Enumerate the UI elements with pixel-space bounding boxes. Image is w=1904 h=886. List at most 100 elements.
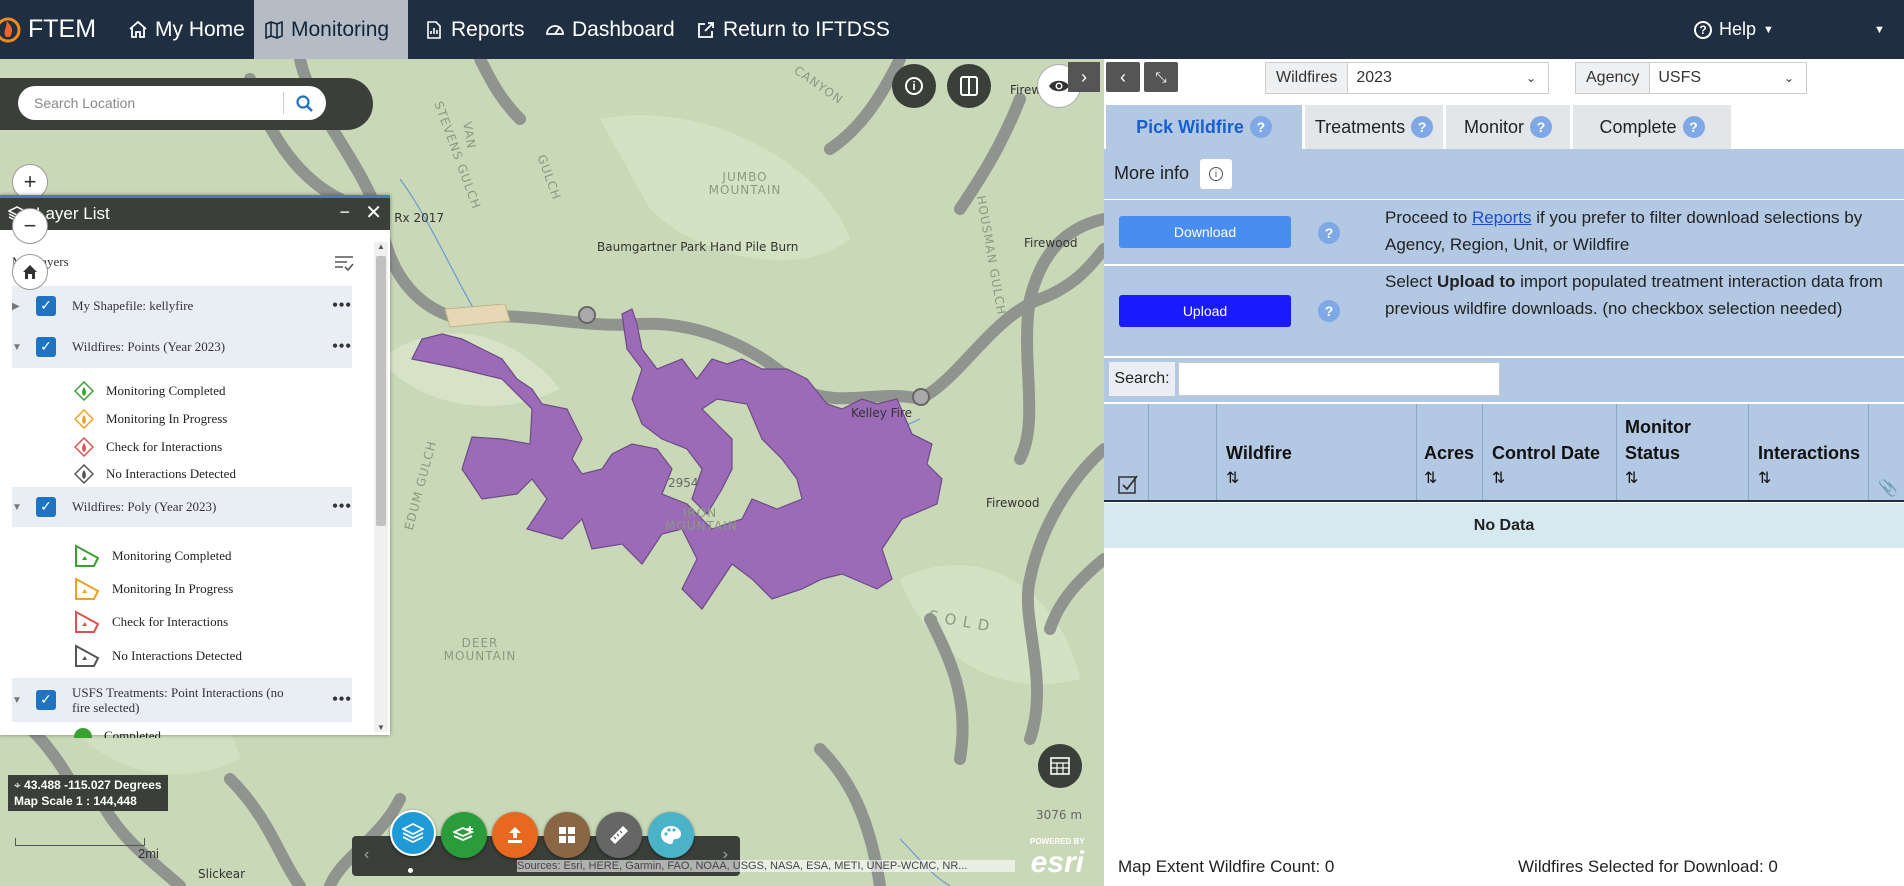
wildfires-year-select[interactable]: Wildfires 2023 ⌄	[1265, 62, 1549, 94]
layer-menu-icon[interactable]: •••	[332, 498, 352, 516]
chevron-right-icon: ›	[1081, 66, 1087, 87]
tab-monitor[interactable]: Monitor?	[1446, 105, 1570, 149]
layer-checkbox[interactable]: ✓	[36, 337, 56, 357]
table-search-input[interactable]	[1178, 362, 1500, 396]
reports-link[interactable]: Reports	[1472, 208, 1532, 227]
help-menu[interactable]: ? Help ▼	[1684, 0, 1784, 59]
minimize-icon[interactable]: −	[339, 202, 350, 223]
column-interactions[interactable]: Interactions ⇅	[1758, 440, 1860, 492]
column-acres[interactable]: Acres ⇅	[1424, 440, 1474, 492]
split-view-icon	[960, 76, 978, 96]
brand-logo[interactable]: FTEM	[0, 0, 96, 59]
nav-monitoring[interactable]: Monitoring	[254, 0, 408, 59]
column-control-date[interactable]: Control Date ⇅	[1492, 440, 1600, 492]
scroll-down-icon[interactable]: ▼	[377, 723, 385, 732]
sort-icon[interactable]: ⇅	[1492, 466, 1600, 492]
basemap-gallery-button[interactable]	[544, 812, 590, 858]
column-label: Control Date	[1492, 443, 1600, 463]
nav-monitoring-label: Monitoring	[291, 17, 390, 41]
nav-reports[interactable]: Reports	[414, 0, 535, 59]
nav-return-iftdss[interactable]: Return to IFTDSS	[686, 0, 900, 59]
more-info-button[interactable]: i	[1200, 159, 1232, 189]
download-help-icon[interactable]: ?	[1318, 222, 1340, 244]
minus-icon: −	[23, 213, 37, 238]
info-button[interactable]: i	[892, 64, 936, 108]
select-all-checkbox-icon[interactable]	[1118, 474, 1138, 494]
help-icon[interactable]: ?	[1411, 116, 1434, 138]
collapse-panel-button[interactable]: ›	[1068, 62, 1100, 92]
layer-menu-icon[interactable]: •••	[332, 338, 352, 356]
nav-dashboard[interactable]: Dashboard	[535, 0, 685, 59]
sort-icon[interactable]: ⇅	[1226, 466, 1292, 492]
upload-button[interactable]: Upload	[1119, 295, 1291, 327]
layer-list-panel: Layer List − ✕ My Layers ▶ ✓ My Shapefil…	[0, 195, 390, 738]
help-icon[interactable]: ?	[1682, 116, 1705, 138]
home-extent-button[interactable]	[12, 254, 48, 290]
collapse-button[interactable]: ⤡	[1144, 62, 1178, 92]
tab-label: Complete	[1599, 116, 1677, 137]
help-icon[interactable]: ?	[1530, 116, 1553, 138]
sort-icon[interactable]: ⇅	[1424, 466, 1474, 492]
close-icon[interactable]: ✕	[365, 200, 382, 225]
layer-checkbox[interactable]: ✓	[36, 690, 56, 710]
tab-treatments[interactable]: Treatments?	[1305, 105, 1443, 149]
label-jumbo-mountain: JUMBO MOUNTAIN	[708, 170, 782, 197]
attribute-table-button[interactable]	[1038, 744, 1082, 788]
sort-icon[interactable]: ⇅	[1625, 466, 1735, 492]
scrollbar-thumb[interactable]	[376, 256, 386, 526]
expand-down-icon[interactable]: ▼	[12, 342, 36, 353]
palette-icon	[661, 826, 681, 844]
layer-menu-icon[interactable]: •••	[332, 691, 352, 709]
layer-checkbox[interactable]: ✓	[36, 296, 56, 316]
layer-menu-icon[interactable]: •••	[332, 297, 352, 315]
column-monitor-status[interactable]: Monitor Status ⇅	[1625, 414, 1735, 492]
tab-complete[interactable]: Complete?	[1573, 105, 1731, 149]
download-button[interactable]: Download	[1119, 216, 1291, 248]
swipe-button[interactable]	[947, 64, 991, 108]
layer-list-scrollbar[interactable]: ▲ ▼	[374, 242, 388, 732]
scale-bar-label: 2mi	[138, 846, 159, 861]
draw-widget-button[interactable]	[648, 812, 694, 858]
add-layer-widget-button[interactable]	[441, 812, 487, 858]
label-firewood-bottom: Firewood	[986, 496, 1040, 510]
chevron-left-icon[interactable]: ‹	[364, 846, 369, 864]
search-location-input[interactable]: Search Location	[18, 86, 326, 120]
more-info-label: More info	[1114, 163, 1190, 183]
expand-down-icon[interactable]: ▼	[12, 695, 36, 706]
layer-group-wildfire-poly[interactable]: ▼ ✓ Wildfires: Poly (Year 2023) •••	[12, 487, 352, 527]
nav-return-iftdss-label: Return to IFTDSS	[723, 17, 890, 41]
upload-widget-button[interactable]	[492, 812, 538, 858]
chevron-left-icon: ‹	[1120, 66, 1126, 87]
column-label: Interactions	[1758, 443, 1861, 463]
expand-down-icon[interactable]: ▼	[12, 502, 36, 513]
legend-label: Monitoring Completed	[106, 383, 226, 398]
legend-label: Check for Interactions	[112, 614, 229, 629]
tab-label: Pick Wildfire	[1136, 116, 1244, 137]
agency-select[interactable]: Agency USFS ⌄	[1575, 62, 1807, 94]
layer-group-wildfire-points[interactable]: ▼ ✓ Wildfires: Points (Year 2023) •••	[12, 326, 352, 368]
legend-item: Monitoring In Progress	[74, 409, 227, 429]
tab-pick-wildfire[interactable]: Pick Wildfire?	[1106, 105, 1302, 149]
layer-options-icon[interactable]	[334, 254, 354, 272]
upload-help-icon[interactable]: ?	[1318, 300, 1340, 322]
zoom-out-button[interactable]: −	[12, 208, 48, 244]
compress-icon: ⤡	[1155, 68, 1167, 85]
expand-right-icon[interactable]: ▶	[12, 301, 36, 312]
column-wildfire[interactable]: Wildfire ⇅	[1226, 440, 1292, 492]
map-attribution: Sources: Esri, HERE, Garmin, FAO, NOAA, …	[517, 860, 1015, 872]
sort-icon[interactable]: ⇅	[1758, 466, 1860, 492]
circle-green-icon	[74, 728, 92, 738]
layer-checkbox[interactable]: ✓	[36, 497, 56, 517]
measure-widget-button[interactable]	[596, 812, 642, 858]
brand-name: FTEM	[28, 15, 97, 43]
layer-group-usfs-treatments[interactable]: ▼ ✓ USFS Treatments: Point Interactions …	[12, 678, 352, 722]
layer-group-shapefile[interactable]: ▶ ✓ My Shapefile: kellyfire •••	[12, 286, 352, 326]
back-button[interactable]: ‹	[1106, 62, 1140, 92]
help-icon[interactable]: ?	[1249, 116, 1272, 138]
scroll-up-icon[interactable]: ▲	[377, 242, 385, 251]
map-extent-count: Map Extent Wildfire Count: 0	[1118, 857, 1335, 876]
nav-my-home[interactable]: My Home	[118, 0, 255, 59]
search-icon[interactable]	[296, 95, 314, 113]
layer-list-widget-button[interactable]	[390, 810, 436, 856]
user-menu-toggle[interactable]: ▼	[1864, 0, 1895, 59]
